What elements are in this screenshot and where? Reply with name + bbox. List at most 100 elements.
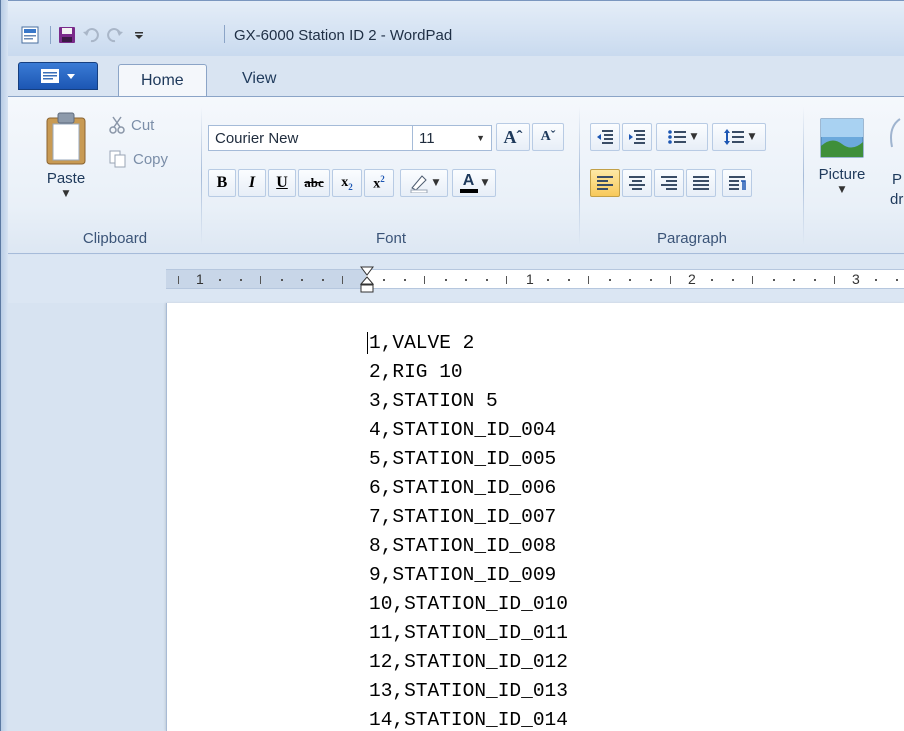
ruler-mark <box>567 279 570 281</box>
bold-button[interactable]: B <box>208 169 236 197</box>
cut-button[interactable]: Cut <box>108 111 178 139</box>
ruler[interactable]: 1 1 2 3 <box>166 266 904 293</box>
strikethrough-button[interactable]: abc <box>298 169 330 197</box>
ruler-mark <box>342 276 343 284</box>
document-line[interactable]: 10,STATION_ID_010 <box>369 590 568 619</box>
font-color-button[interactable]: A ▼ <box>452 169 496 197</box>
align-center-button[interactable] <box>622 169 652 197</box>
chevron-down-icon: ▼ <box>690 132 698 142</box>
indent-marker[interactable] <box>359 266 375 299</box>
document-line[interactable]: 12,STATION_ID_012 <box>369 648 568 677</box>
paint-drawing-icon[interactable] <box>886 117 904 156</box>
ruler-mark <box>752 276 753 284</box>
chevron-down-icon: ▼ <box>476 133 485 143</box>
tab-home[interactable]: Home <box>118 64 207 96</box>
superscript-icon: x2 <box>373 173 385 192</box>
paste-button[interactable]: Paste ▼ <box>38 107 94 213</box>
title-separator <box>224 25 225 43</box>
line-spacing-button[interactable]: ▼ <box>712 123 766 151</box>
chevron-down-icon: ▼ <box>432 178 440 188</box>
document-line[interactable]: 7,STATION_ID_007 <box>369 503 568 532</box>
ruler-mark <box>793 279 795 281</box>
subscript-icon: x2 <box>341 174 353 192</box>
document-line[interactable]: 5,STATION_ID_005 <box>369 445 568 474</box>
list-button[interactable]: ▼ <box>656 123 708 151</box>
chevron-down-icon: ▼ <box>748 132 756 142</box>
document-line[interactable]: 1,VALVE 2 <box>369 329 568 358</box>
font-size-select[interactable]: 11 ▼ <box>412 125 492 151</box>
tab-view[interactable]: View <box>220 64 298 94</box>
align-left-button[interactable] <box>590 169 620 197</box>
text-cursor <box>367 332 368 354</box>
save-icon[interactable] <box>57 25 77 45</box>
ribbon-tabs: Home View <box>0 56 904 96</box>
superscript-button[interactable]: x2 <box>364 169 394 197</box>
document-line[interactable]: 14,STATION_ID_014 <box>369 706 568 731</box>
paragraph-group: ▼ ▼ Paragraph <box>582 103 802 251</box>
shrink-font-button[interactable]: Aˇ <box>532 123 564 151</box>
font-size-value: 11 <box>419 129 435 147</box>
document-line[interactable]: 11,STATION_ID_011 <box>369 619 568 648</box>
group-separator <box>803 107 804 245</box>
document-page[interactable]: 1,VALVE 2 2,RIG 10 3,STATION 5 4,STATION_ID… <box>166 303 904 731</box>
decrease-indent-button[interactable] <box>590 123 620 151</box>
ruler-mark <box>219 279 221 281</box>
ruler-label: 3 <box>852 271 860 287</box>
justify-button[interactable] <box>686 169 716 197</box>
document-line[interactable]: 3,STATION 5 <box>369 387 568 416</box>
picture-icon <box>820 118 864 158</box>
ruler-label: 1 <box>526 271 534 287</box>
subscript-button[interactable]: x2 <box>332 169 362 197</box>
font-family-value: Courier New <box>215 129 299 147</box>
grow-font-button[interactable]: Aˆ <box>496 123 530 151</box>
picture-label: Picture <box>818 166 866 183</box>
cut-label: Cut <box>131 116 155 134</box>
document-line[interactable]: 6,STATION_ID_006 <box>369 474 568 503</box>
customize-qat-icon[interactable] <box>129 25 149 45</box>
copy-button[interactable]: Copy <box>108 145 188 173</box>
application-menu-button[interactable] <box>18 62 98 90</box>
font-family-select[interactable]: Courier New ▼ <box>208 125 442 151</box>
ruler-mark <box>506 276 507 284</box>
scissors-icon <box>109 116 125 134</box>
ruler-mark <box>711 279 713 281</box>
increase-indent-icon <box>629 130 645 144</box>
document-line[interactable]: 2,RIG 10 <box>369 358 568 387</box>
picture-button[interactable]: Picture ▼ <box>812 111 872 221</box>
document-line[interactable]: 4,STATION_ID_004 <box>369 416 568 445</box>
qat-separator <box>50 26 51 44</box>
italic-button[interactable]: I <box>238 169 266 197</box>
underline-button[interactable]: U <box>268 169 296 197</box>
ruler-mark <box>629 279 631 281</box>
redo-icon[interactable] <box>105 25 125 45</box>
document-line[interactable]: 9,STATION_ID_009 <box>369 561 568 590</box>
ruler-mark <box>383 279 385 281</box>
increase-indent-button[interactable] <box>622 123 652 151</box>
ruler-mark <box>485 279 488 281</box>
group-separator <box>201 107 202 245</box>
ruler-mark <box>834 276 835 284</box>
ruler-mark <box>670 276 671 284</box>
paste-dropdown-icon: ▼ <box>62 189 70 199</box>
ruler-mark <box>321 279 324 281</box>
decrease-indent-icon <box>597 130 613 144</box>
document-line[interactable]: 8,STATION_ID_008 <box>369 532 568 561</box>
clipboard-group-label: Clipboard <box>82 230 148 247</box>
align-right-icon <box>661 176 677 190</box>
ruler-mark <box>731 279 734 281</box>
document-text[interactable]: 1,VALVE 2 2,RIG 10 3,STATION 5 4,STATION_ID… <box>369 329 568 731</box>
copy-label: Copy <box>133 150 169 168</box>
ruler-mark <box>465 279 467 281</box>
undo-icon[interactable] <box>81 25 101 45</box>
align-right-button[interactable] <box>654 169 684 197</box>
document-line[interactable]: 13,STATION_ID_013 <box>369 677 568 706</box>
tab-home-label: Home <box>141 71 184 89</box>
highlight-color-button[interactable]: ▼ <box>400 169 448 197</box>
font-group: Courier New ▼ 11 ▼ Aˆ Aˇ B I U abc x2 x2… <box>204 103 578 251</box>
paragraph-settings-button[interactable] <box>722 169 752 197</box>
ruler-mark <box>280 279 283 281</box>
strikethrough-icon: abc <box>304 175 324 190</box>
wordpad-app-icon[interactable] <box>20 25 40 45</box>
ruler-mark <box>875 279 877 281</box>
document-menu-icon <box>41 69 59 83</box>
